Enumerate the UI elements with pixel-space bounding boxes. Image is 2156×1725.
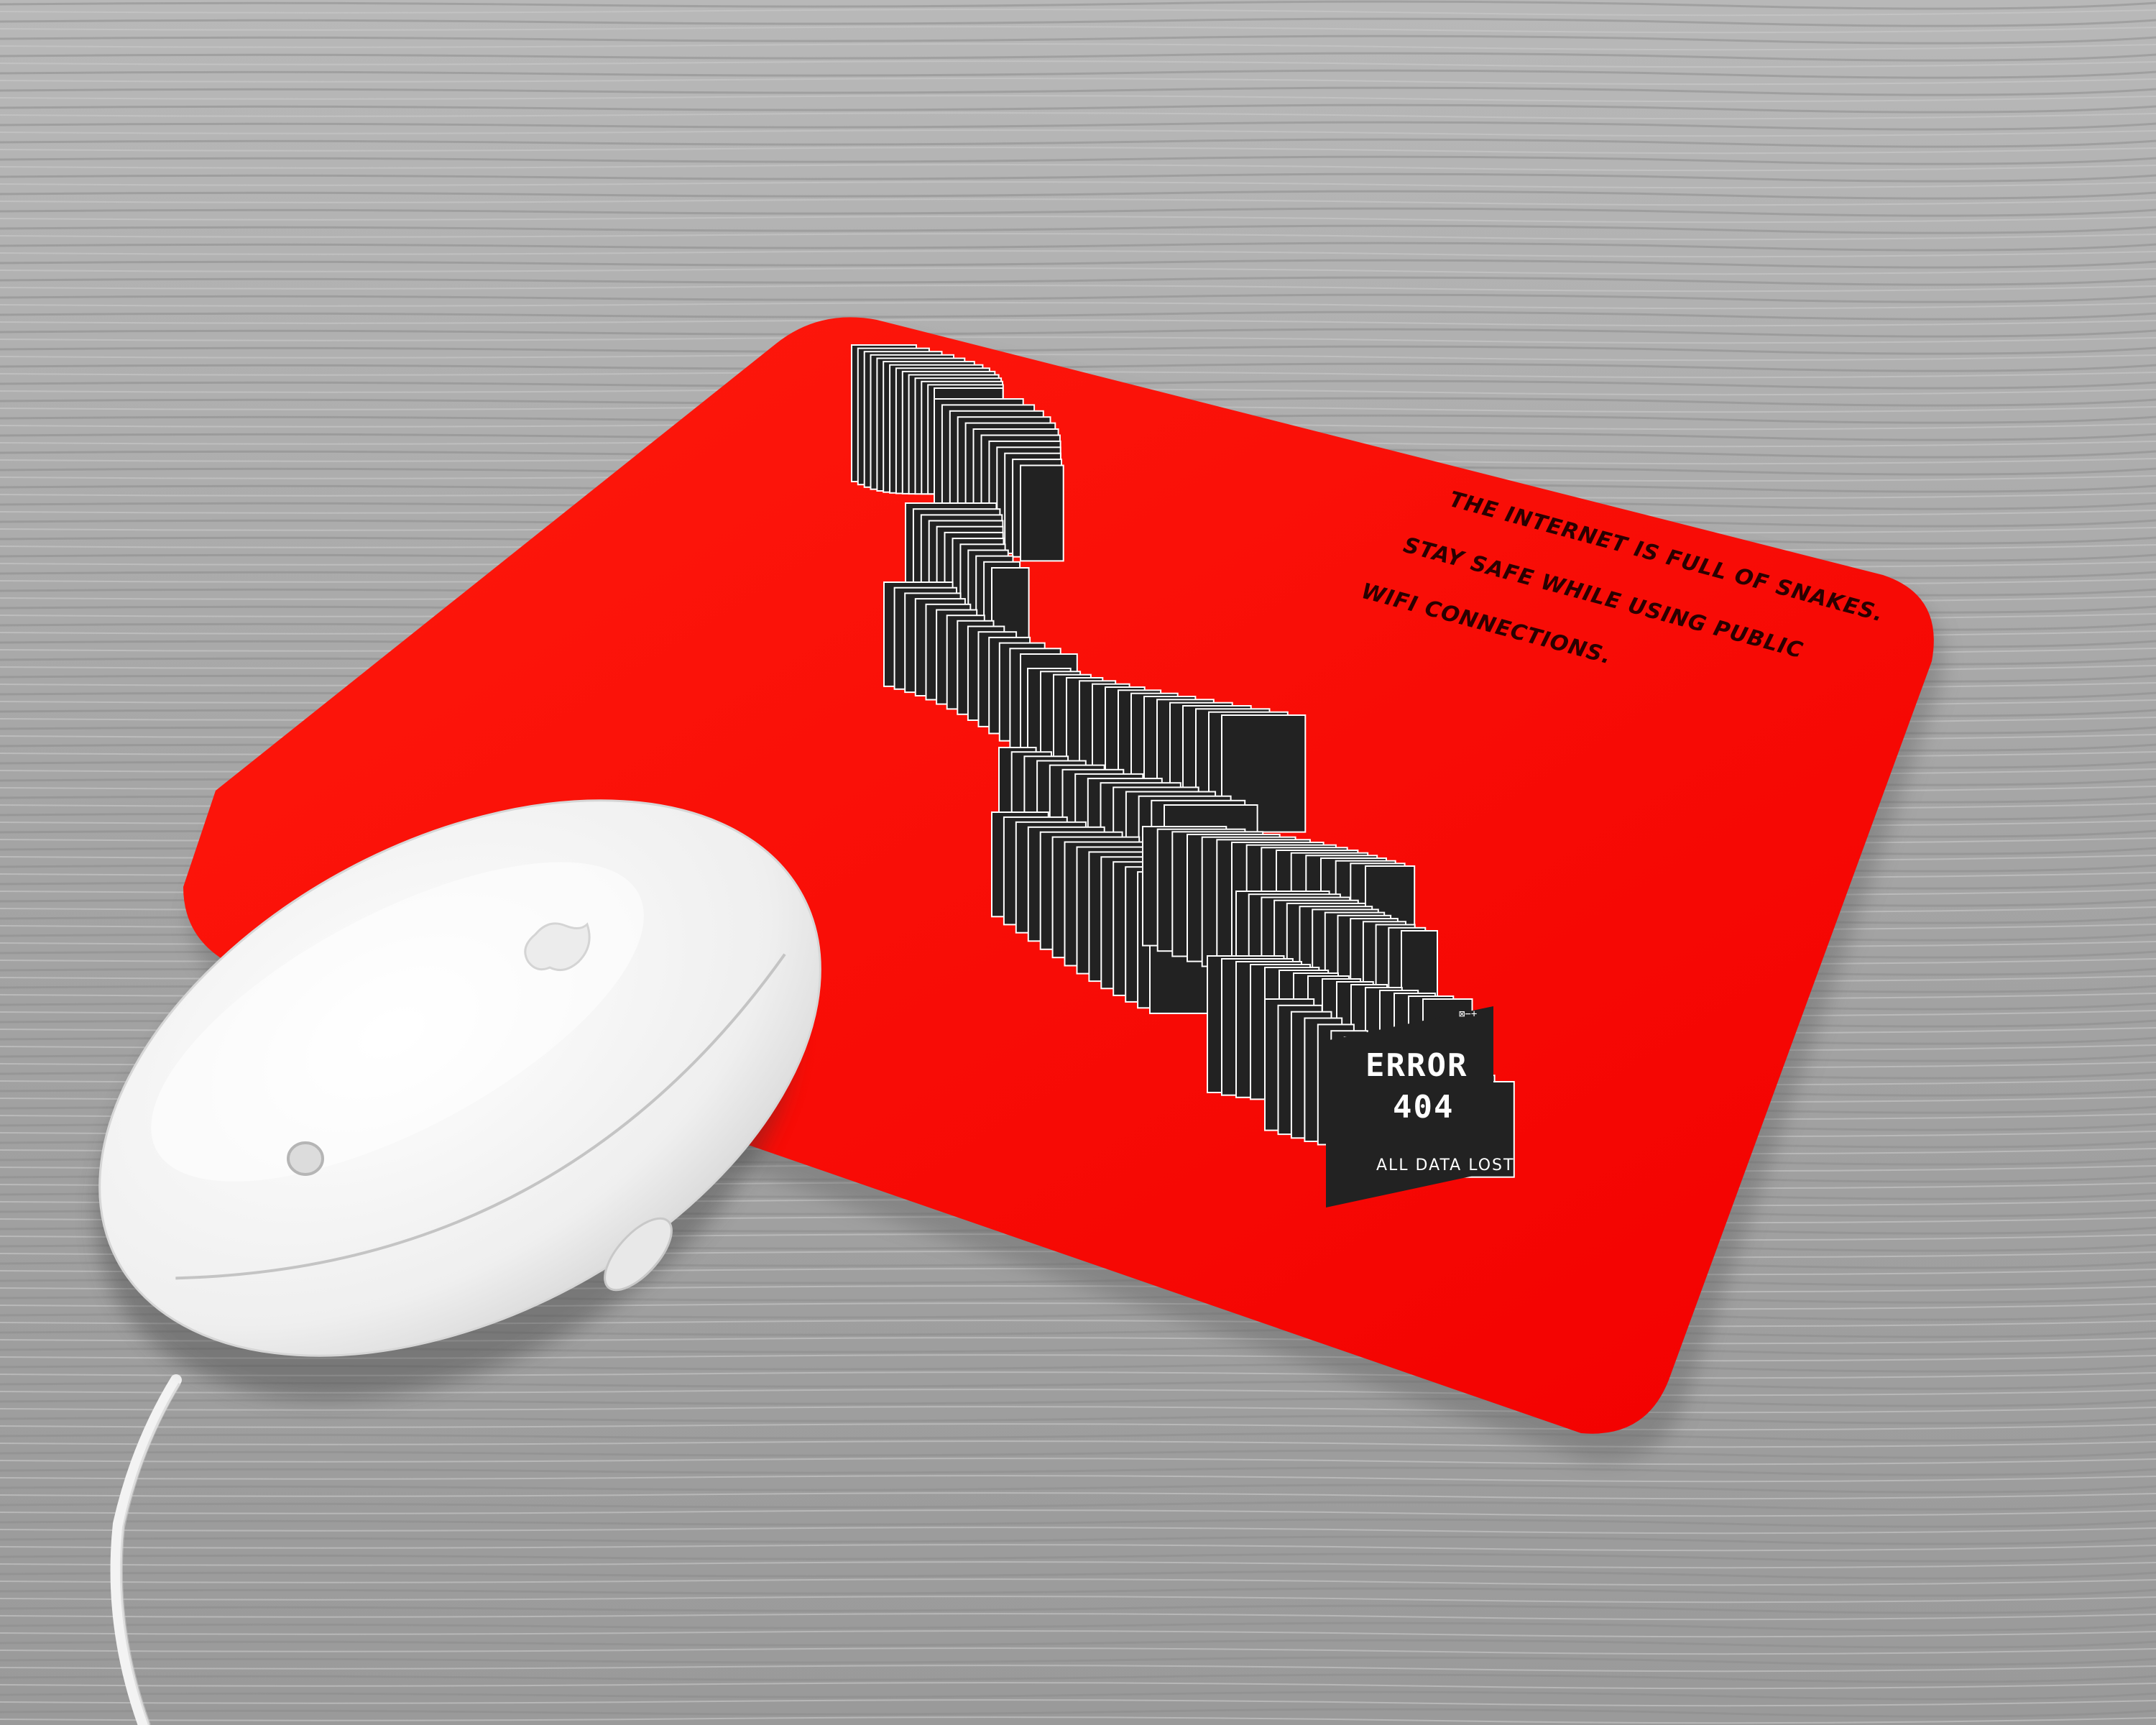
snake-window-layer xyxy=(1020,464,1064,562)
window-controls-icon: ⊠−+ xyxy=(1459,1008,1477,1020)
scroll-ball-icon xyxy=(287,1141,324,1176)
product-scene: ⊠−+ ERROR 404 ALL DATA LOST THE INTERNET… xyxy=(0,0,2156,1725)
error-title-line-2: 404 xyxy=(1393,1089,1454,1126)
error-subtitle: ALL DATA LOST xyxy=(1376,1156,1514,1174)
error-title-line-1: ERROR xyxy=(1365,1047,1468,1084)
